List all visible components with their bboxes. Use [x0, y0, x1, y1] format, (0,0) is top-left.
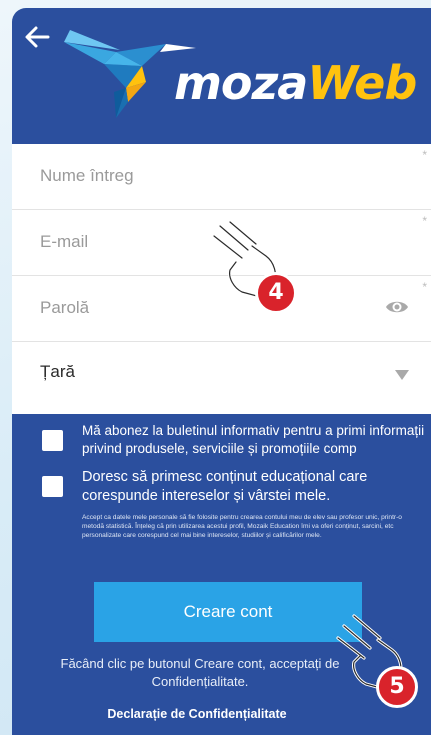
step-5-badge: 5 [376, 666, 418, 708]
required-mark: * [422, 214, 427, 228]
educational-consent[interactable]: Doresc să primesc conținut educațional c… [42, 468, 431, 508]
country-label: Țară [40, 362, 75, 381]
required-mark: * [422, 148, 427, 162]
dropdown-caret-icon [395, 370, 409, 380]
newsletter-consent[interactable]: Mă abonez la buletinul informativ pentru… [42, 422, 431, 462]
back-arrow-icon[interactable] [22, 22, 52, 52]
full-name-field[interactable]: Nume întreg * [12, 144, 431, 210]
agreement-text: Făcând clic pe butonul Creare cont, acce… [60, 656, 340, 689]
brand-name-part2: Web [307, 56, 417, 110]
email-placeholder: E-mail [40, 232, 89, 251]
brand-logo-text: mozaWeb [174, 56, 417, 110]
brand-name-part1: moza [174, 56, 308, 110]
legal-disclaimer: Accept ca datele mele personale să fie f… [82, 514, 402, 540]
country-select[interactable]: Țară [12, 342, 431, 414]
newsletter-checkbox[interactable] [42, 430, 63, 451]
app-header: mozaWeb [12, 8, 431, 138]
full-name-placeholder: Nume întreg [40, 166, 134, 185]
step-4-badge: 4 [255, 272, 297, 314]
eye-icon[interactable] [385, 298, 409, 316]
create-account-button[interactable]: Creare cont [94, 582, 362, 642]
newsletter-consent-text: Mă abonez la buletinul informativ pentru… [82, 423, 425, 456]
password-placeholder: Parolă [40, 298, 90, 317]
educational-checkbox[interactable] [42, 476, 63, 497]
educational-consent-text: Doresc să primesc conținut educațional c… [82, 469, 368, 504]
required-mark: * [422, 280, 427, 294]
signup-screen: mozaWeb Nume întreg * E-mail * Parolă * … [12, 8, 431, 735]
privacy-policy-link[interactable]: Declarație de Confidențialitate [12, 707, 382, 721]
